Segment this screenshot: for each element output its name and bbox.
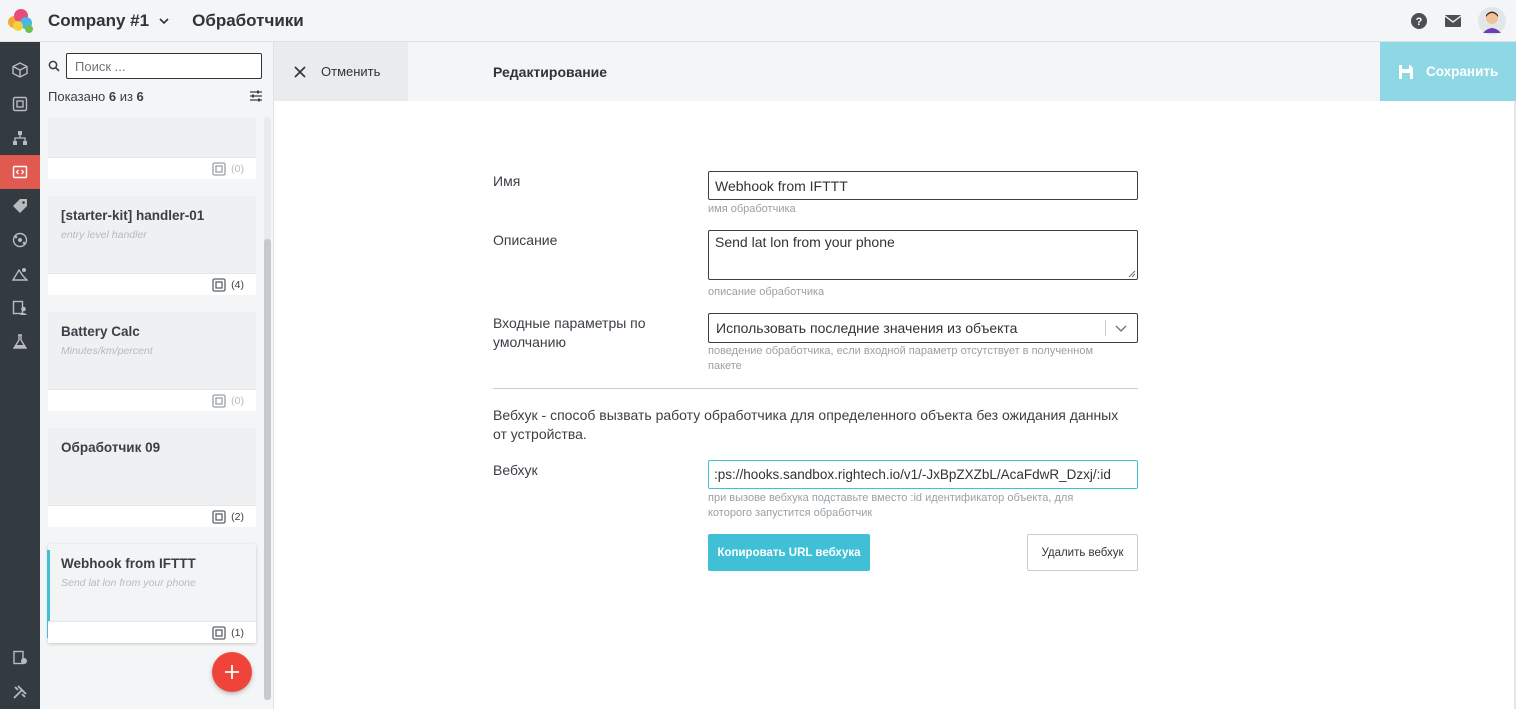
- description-label: Описание: [493, 232, 558, 248]
- resize-handle-icon[interactable]: [1128, 270, 1136, 278]
- card-description: entry level handler: [61, 229, 147, 241]
- webhook-url-value: :ps://hooks.sandbox.rightech.io/v1/-JxBp…: [714, 467, 1111, 482]
- object-count: (2): [231, 510, 244, 523]
- nav-objects-icon[interactable]: [0, 53, 40, 87]
- scrollbar-thumb[interactable]: [264, 239, 271, 700]
- shown-count: 6: [108, 89, 117, 104]
- name-label: Имя: [493, 173, 521, 189]
- shown-count-text: Показано 6 из 6: [48, 89, 144, 104]
- save-icon: [1399, 64, 1413, 79]
- name-field[interactable]: Webhook from IFTTT: [708, 171, 1138, 200]
- nav-geo-icon[interactable]: [0, 257, 40, 291]
- list-item[interactable]: [starter-kit] handler-01 entry level han…: [48, 196, 256, 295]
- description-hint: описание обработчика: [708, 286, 825, 298]
- select-separator: [1105, 320, 1106, 336]
- nav-handlers-icon[interactable]: [0, 155, 40, 189]
- webhook-label: Вебхук: [493, 462, 538, 478]
- object-count: (0): [231, 394, 244, 407]
- cancel-label: Отменить: [321, 64, 381, 79]
- nav-tools-icon[interactable]: [0, 675, 40, 709]
- svg-text:?: ?: [1416, 16, 1423, 28]
- nav-tags-icon[interactable]: [0, 189, 40, 223]
- edit-header: Отменить Редактирование Сохранить: [274, 42, 1516, 101]
- object-count-icon: [212, 393, 226, 408]
- card-title: Battery Calc: [61, 324, 140, 339]
- chevron-down-icon: [1115, 325, 1127, 332]
- copy-webhook-url-button[interactable]: Копировать URL вебхука: [708, 534, 870, 571]
- params-select[interactable]: Использовать последние значения из объек…: [708, 313, 1138, 343]
- filter-settings-icon[interactable]: [248, 88, 264, 104]
- save-label: Сохранить: [1426, 64, 1499, 79]
- shown-prefix: Показано: [48, 89, 109, 104]
- card-title: [starter-kit] handler-01: [61, 208, 205, 223]
- name-value: Webhook from IFTTT: [715, 177, 848, 194]
- list-item[interactable]: (0): [48, 117, 256, 179]
- webhook-intro: Вебхук - способ вызвать работу обработчи…: [493, 407, 1119, 442]
- object-count-icon: [212, 509, 226, 524]
- params-label: Входные параметры по умолчанию: [493, 315, 646, 350]
- description-value: Send lat lon from your phone: [715, 234, 895, 250]
- search-input[interactable]: [66, 53, 262, 79]
- webhook-url-field[interactable]: :ps://hooks.sandbox.rightech.io/v1/-JxBp…: [708, 460, 1138, 489]
- handlers-list-panel: Показано 6 из 6 (0) [starter-kit] handle…: [40, 42, 274, 709]
- nav-hierarchy-icon[interactable]: [0, 121, 40, 155]
- object-count-icon: [212, 625, 226, 640]
- list-item[interactable]: Обработчик 09 (2): [48, 428, 256, 527]
- description-textarea[interactable]: Send lat lon from your phone: [708, 230, 1138, 280]
- close-icon: [294, 65, 306, 78]
- cancel-button[interactable]: Отменить: [274, 42, 408, 101]
- card-footer: (1): [48, 621, 256, 643]
- save-button[interactable]: Сохранить: [1380, 42, 1516, 101]
- params-hint: поведение обработчика, если входной пара…: [708, 345, 1094, 372]
- top-bar: Company #1 Обработчики ?: [0, 0, 1516, 42]
- app-logo-icon[interactable]: [0, 0, 40, 42]
- nav-models-icon[interactable]: [0, 87, 40, 121]
- list-scrollbar[interactable]: [264, 117, 271, 700]
- object-count: (0): [231, 162, 244, 175]
- plus-icon: [225, 665, 239, 679]
- nav-automation-icon[interactable]: [0, 223, 40, 257]
- nav-lab-icon[interactable]: [0, 325, 40, 359]
- edit-title: Редактирование: [493, 64, 608, 80]
- object-count-icon: [212, 277, 226, 292]
- webhook-hint: при вызове вебхука подставьте вместо :id…: [708, 492, 1074, 519]
- card-footer: (0): [48, 389, 256, 411]
- card-title: Webhook from IFTTT: [61, 556, 196, 571]
- card-footer: (2): [48, 505, 256, 527]
- help-icon[interactable]: ?: [1410, 12, 1428, 30]
- name-hint: имя обработчика: [708, 203, 796, 215]
- card-footer: (0): [48, 157, 256, 179]
- delete-webhook-button[interactable]: Удалить вебхук: [1027, 534, 1138, 571]
- section-divider: [493, 388, 1138, 389]
- nav-users-icon[interactable]: [0, 291, 40, 325]
- object-count: (4): [231, 278, 244, 291]
- mail-icon[interactable]: [1444, 12, 1462, 30]
- section-title: Обработчики: [192, 10, 304, 30]
- avatar[interactable]: [1478, 7, 1506, 35]
- search-icon: [48, 60, 60, 72]
- nav-docs-icon[interactable]: [0, 641, 40, 675]
- list-item-selected[interactable]: Webhook from IFTTT Send lat lon from you…: [47, 544, 256, 643]
- add-handler-button[interactable]: [212, 652, 252, 692]
- list-item[interactable]: Battery Calc Minutes/km/percent (0): [48, 312, 256, 411]
- object-count-icon: [212, 161, 226, 176]
- card-title: Обработчик 09: [61, 440, 161, 455]
- company-switcher[interactable]: Company #1: [48, 11, 170, 31]
- card-footer: (4): [48, 273, 256, 295]
- params-value: Использовать последние значения из объек…: [716, 320, 1018, 336]
- object-count: (1): [231, 626, 244, 639]
- company-name: Company #1: [48, 10, 150, 30]
- shown-middle: из: [116, 89, 137, 104]
- card-description: Minutes/km/percent: [61, 345, 153, 357]
- main-navigation-rail: [0, 42, 40, 709]
- chevron-down-icon: [159, 17, 169, 24]
- card-description: Send lat lon from your phone: [61, 577, 196, 589]
- shown-total: 6: [136, 89, 144, 104]
